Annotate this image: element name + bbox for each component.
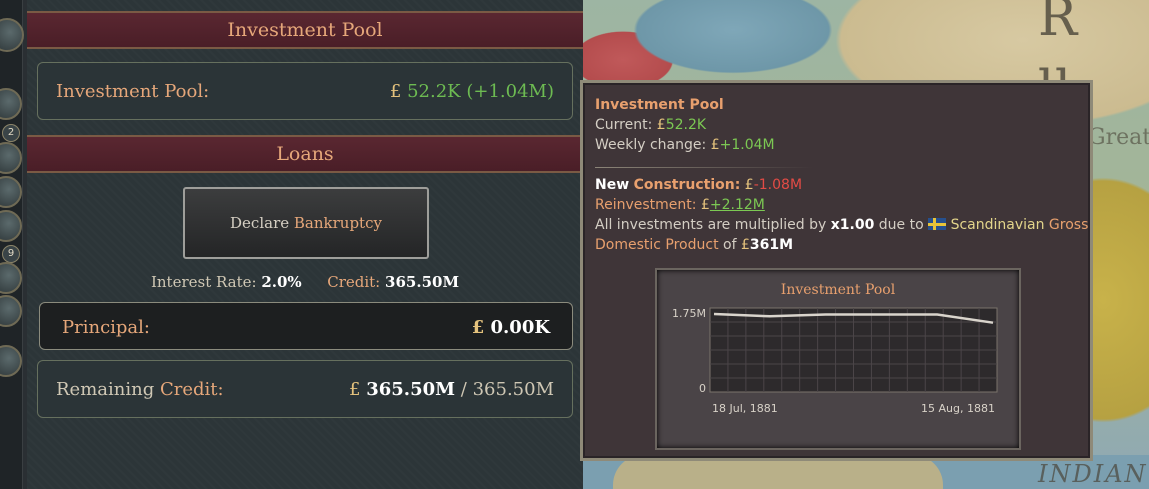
person-icon[interactable] xyxy=(0,210,22,242)
tooltip-reinvestment: Reinvestment: £+2.12M xyxy=(595,197,765,213)
tooltip-current: Current: £52.2K xyxy=(595,117,707,133)
investment-pool-value: 52.2K xyxy=(407,81,461,102)
investment-pool-tooltip: Investment Pool Current: £52.2K Weekly c… xyxy=(580,80,1093,461)
pound-icon: £ xyxy=(349,379,361,400)
pound-icon: £ xyxy=(471,317,485,338)
map-label-indian: INDIAN xyxy=(1038,460,1148,488)
flag-icon[interactable] xyxy=(0,142,22,174)
globe-icon[interactable] xyxy=(0,345,22,377)
notification-badge: 2 xyxy=(2,124,20,142)
principal-value: 0.00K xyxy=(490,317,550,338)
investment-pool-row[interactable]: Investment Pool: £ 52.2K (+1.04M) xyxy=(37,62,573,120)
interest-rate-label: Interest Rate: xyxy=(150,273,257,291)
investment-pool-change: (+1.04M) xyxy=(466,81,554,102)
investment-pool-label: Investment Pool: xyxy=(56,81,210,102)
y-tick-label: 1.75M xyxy=(672,307,706,320)
declare-bankruptcy-button[interactable]: Declare Bankruptcy xyxy=(183,187,429,259)
tooltip-divider xyxy=(595,167,813,168)
tooltip-gdp: Domestic Product of £361M xyxy=(595,237,794,253)
pound-icon: £ xyxy=(389,81,402,102)
pound-icon: £ xyxy=(700,197,710,213)
interest-rate-value: 2.0% xyxy=(261,273,302,291)
remaining-credit-total: / 365.50M xyxy=(460,379,554,400)
credit-label: Credit: xyxy=(327,273,381,291)
pound-icon: £ xyxy=(710,137,720,153)
remaining-credit-amount: £ 365.50M / 365.50M xyxy=(349,379,554,400)
scandinavia-flag-icon xyxy=(928,218,947,230)
y-tick-label: 0 xyxy=(699,382,706,395)
tooltip-weekly-change: Weekly change: £+1.04M xyxy=(595,137,775,153)
remaining-credit-value: 365.50M xyxy=(366,379,456,400)
remaining-credit-label: Remaining Credit: xyxy=(56,379,224,400)
chart-canvas: 1.75M 0 18 Jul, 1881 15 Aug, 1881 xyxy=(672,307,998,415)
pound-icon: £ xyxy=(744,177,754,193)
gear-icon[interactable] xyxy=(0,18,24,52)
sword-icon[interactable] xyxy=(0,88,22,120)
remaining-credit-row[interactable]: Remaining Credit: £ 365.50M / 365.50M xyxy=(37,360,573,418)
loans-header: Loans xyxy=(27,135,583,173)
chest-icon[interactable] xyxy=(0,262,22,294)
principal-row[interactable]: Principal: £ 0.00K xyxy=(39,302,573,350)
investment-pool-amount: £ 52.2K (+1.04M) xyxy=(390,81,554,102)
principal-amount: £ 0.00K xyxy=(472,317,550,338)
pound-icon: £ xyxy=(656,117,666,133)
principal-label: Principal: xyxy=(62,317,150,338)
notification-badge: 9 xyxy=(2,245,20,263)
investment-pool-chart: Investment Pool 1.75M 0 18 Jul, 1881 15 Aug… xyxy=(655,268,1021,450)
x-tick-label: 18 Jul, 1881 xyxy=(712,402,778,415)
tooltip-multiplier: All investments are multiplied by x1.00 … xyxy=(595,217,1089,233)
left-icon-rail: 2 9 xyxy=(0,0,24,489)
tooltip-title: Investment Pool xyxy=(595,97,724,113)
investment-pool-header: Investment Pool xyxy=(27,11,583,49)
book-icon[interactable] xyxy=(0,176,22,208)
x-tick-label: 15 Aug, 1881 xyxy=(921,402,995,415)
interest-credit-row: Interest Rate: 2.0% Credit: 365.50M xyxy=(27,273,583,291)
map-label-great: Great xyxy=(1088,125,1149,150)
scroll-icon[interactable] xyxy=(0,295,22,327)
pound-icon: £ xyxy=(740,237,750,253)
tooltip-new-construction: New Construction: £-1.08M xyxy=(595,177,803,193)
budget-panel: Investment Pool Investment Pool: £ 52.2K… xyxy=(27,0,583,489)
credit-value: 365.50M xyxy=(385,273,460,291)
